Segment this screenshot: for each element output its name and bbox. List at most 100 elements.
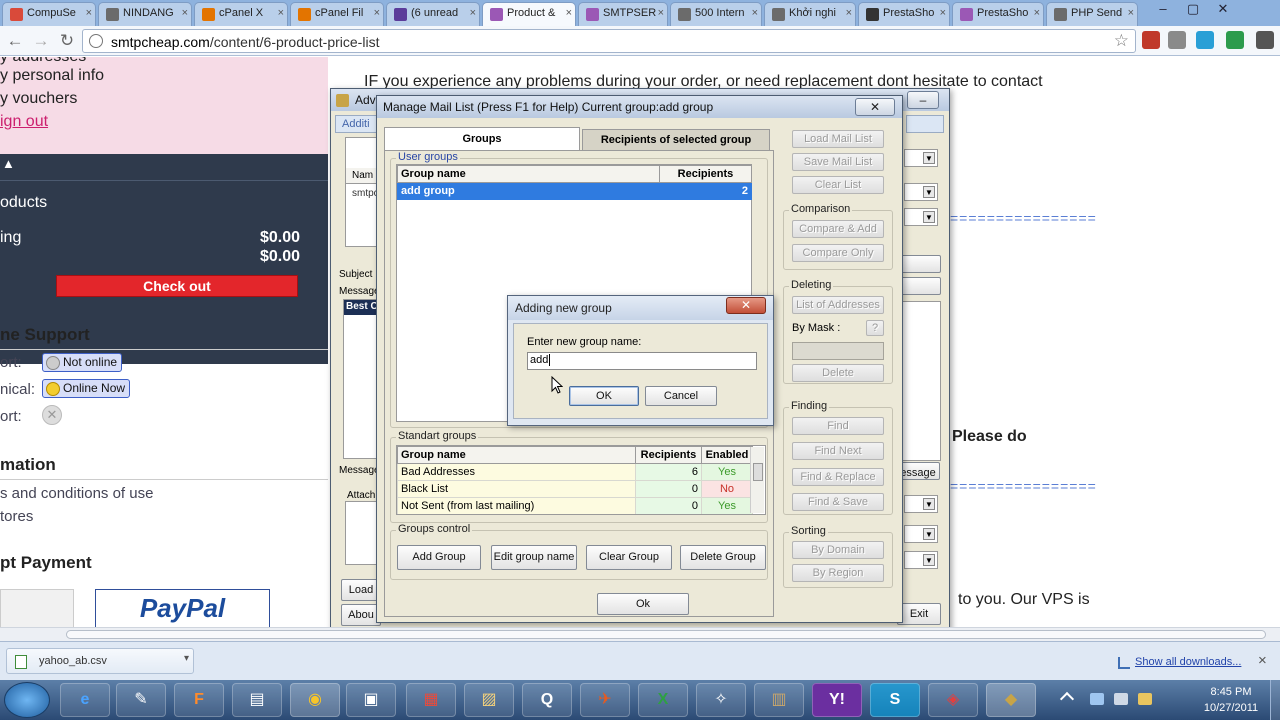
tab-close-icon[interactable]: × (658, 7, 664, 19)
taskbar-app-ie[interactable]: e (60, 683, 110, 717)
browser-tab[interactable]: (6 unread × (386, 2, 480, 26)
mask-input[interactable] (792, 342, 884, 360)
taskbar-app-firefox[interactable]: F (174, 683, 224, 717)
taskbar-app-yahoo[interactable]: Y! (812, 683, 862, 717)
column-header[interactable]: Enabled (701, 446, 753, 464)
dropdown[interactable]: ▼ (904, 183, 938, 201)
table-row[interactable]: Bad Addresses 6 Yes (397, 463, 753, 481)
taskbar-app[interactable]: ▥ (754, 683, 804, 717)
tab-close-icon[interactable]: × (278, 7, 284, 19)
close-button[interactable]: ✕ (855, 98, 895, 116)
about-button[interactable]: Abou (341, 604, 381, 626)
browser-tab[interactable]: Khởi nghi × (764, 2, 856, 26)
column-header[interactable]: Recipients (635, 446, 702, 464)
cancel-button[interactable]: Cancel (645, 386, 717, 406)
browser-tab-active[interactable]: Product & × (482, 2, 576, 26)
group-name-input[interactable]: add (527, 352, 757, 370)
tab-recipients[interactable]: Recipients of selected group (582, 129, 770, 151)
taskbar-app[interactable]: ▦ (406, 683, 456, 717)
browser-tab[interactable]: PrestaSho × (952, 2, 1044, 26)
find-save-button[interactable]: Find & Save (792, 493, 884, 511)
tab-close-icon[interactable]: × (86, 7, 92, 19)
page-horizontal-scrollbar[interactable] (0, 627, 1280, 641)
delete-button[interactable]: Delete (792, 364, 884, 382)
status-badge[interactable]: Not online (42, 353, 123, 372)
close-icon[interactable]: ✕ (1208, 0, 1238, 18)
find-next-button[interactable]: Find Next (792, 442, 884, 460)
reload-button[interactable]: ↻ (56, 30, 78, 52)
sign-out-link[interactable]: ign out (0, 113, 48, 131)
info-link[interactable]: s and conditions of use (0, 485, 153, 502)
mask-help-button[interactable]: ? (866, 320, 884, 336)
taskbar-app[interactable]: ✎ (116, 683, 166, 717)
clock-date[interactable]: 10/27/2011 (1196, 702, 1266, 714)
tab-close-icon[interactable]: × (566, 7, 572, 19)
add-group-button[interactable]: Add Group (397, 545, 481, 570)
tab-close-icon[interactable]: × (846, 7, 852, 19)
close-icon[interactable]: × (1258, 652, 1267, 669)
taskbar-app-mailer[interactable]: ◆ (986, 683, 1036, 717)
taskbar-app[interactable]: ▤ (232, 683, 282, 717)
offline-x-icon[interactable]: ✕ (42, 405, 62, 425)
button[interactable] (901, 277, 941, 295)
download-item[interactable]: yahoo_ab.csv ▾ (6, 648, 194, 674)
volume-icon[interactable] (1114, 693, 1128, 705)
column-header[interactable]: Group name (397, 446, 636, 464)
list-of-addresses-button[interactable]: List of Addresses (792, 296, 884, 314)
browser-tab[interactable]: SMTPSER × (578, 2, 668, 26)
browser-tab[interactable]: cPanel Fil × (290, 2, 384, 26)
tray-app-icon[interactable] (1138, 693, 1152, 705)
taskbar-app-excel[interactable]: X (638, 683, 688, 717)
ok-button[interactable]: Ok (597, 593, 689, 615)
maximize-icon[interactable]: ▢ (1180, 0, 1206, 18)
edit-group-name-button[interactable]: Edit group name (491, 545, 577, 570)
by-region-button[interactable]: By Region (792, 564, 884, 582)
tab-close-icon[interactable]: × (752, 7, 758, 19)
tab-close-icon[interactable]: × (1034, 7, 1040, 19)
taskbar-app-chrome[interactable]: ◉ (290, 683, 340, 717)
browser-tab[interactable]: cPanel X × (194, 2, 288, 26)
taskbar-app[interactable]: Q (522, 683, 572, 717)
taskbar-app-explorer[interactable]: ▨ (464, 683, 514, 717)
show-all-downloads-link[interactable]: Show all downloads... (1135, 656, 1241, 668)
extension-icon[interactable] (1168, 31, 1186, 49)
taskbar-app[interactable]: ✈ (580, 683, 630, 717)
clock-time[interactable]: 8:45 PM (1196, 686, 1266, 698)
browser-tab[interactable]: CompuSe × (2, 2, 96, 26)
minimize-icon[interactable]: – (1150, 0, 1176, 18)
show-hidden-icons[interactable] (1059, 691, 1075, 707)
column-header[interactable]: Group name (397, 165, 660, 183)
extension-icon[interactable] (1196, 31, 1214, 49)
column-header[interactable]: Recipients (659, 165, 752, 183)
ok-button[interactable]: OK (569, 386, 639, 406)
account-link[interactable]: y vouchers (0, 90, 77, 108)
taskbar-app[interactable]: ▣ (346, 683, 396, 717)
scrollbar-thumb[interactable] (66, 630, 1266, 639)
show-desktop-button[interactable] (1270, 680, 1280, 720)
account-link[interactable]: y personal info (0, 67, 104, 85)
forward-button[interactable]: → (30, 30, 52, 52)
tab-close-icon[interactable]: × (470, 7, 476, 19)
taskbar-app[interactable]: ◈ (928, 683, 978, 717)
account-link[interactable]: y addresses (0, 57, 86, 66)
compare-only-button[interactable]: Compare Only (792, 244, 884, 262)
wrench-menu-icon[interactable] (1256, 31, 1274, 49)
dropdown[interactable]: ▼ (904, 551, 938, 569)
extension-icon[interactable] (1226, 31, 1244, 49)
by-domain-button[interactable]: By Domain (792, 541, 884, 559)
find-button[interactable]: Find (792, 417, 884, 435)
taskbar-app-skype[interactable]: S (870, 683, 920, 717)
save-mail-list-button[interactable]: Save Mail List (792, 153, 884, 171)
load-button[interactable]: Load (341, 579, 381, 601)
tab-groups[interactable]: Groups (384, 127, 580, 151)
browser-tab[interactable]: PHP Send × (1046, 2, 1138, 26)
status-badge[interactable]: Online Now (42, 379, 131, 398)
cart-collapse-arrow[interactable]: ▲ (0, 156, 328, 180)
browser-tab[interactable]: 500 Intern × (670, 2, 762, 26)
table-row[interactable]: add group 2 (397, 182, 752, 200)
scrollbar[interactable] (750, 447, 764, 513)
chevron-down-icon[interactable]: ▾ (184, 653, 189, 664)
load-mail-list-button[interactable]: Load Mail List (792, 130, 884, 148)
checkout-button[interactable]: Check out (56, 275, 298, 297)
tab-close-icon[interactable]: × (374, 7, 380, 19)
